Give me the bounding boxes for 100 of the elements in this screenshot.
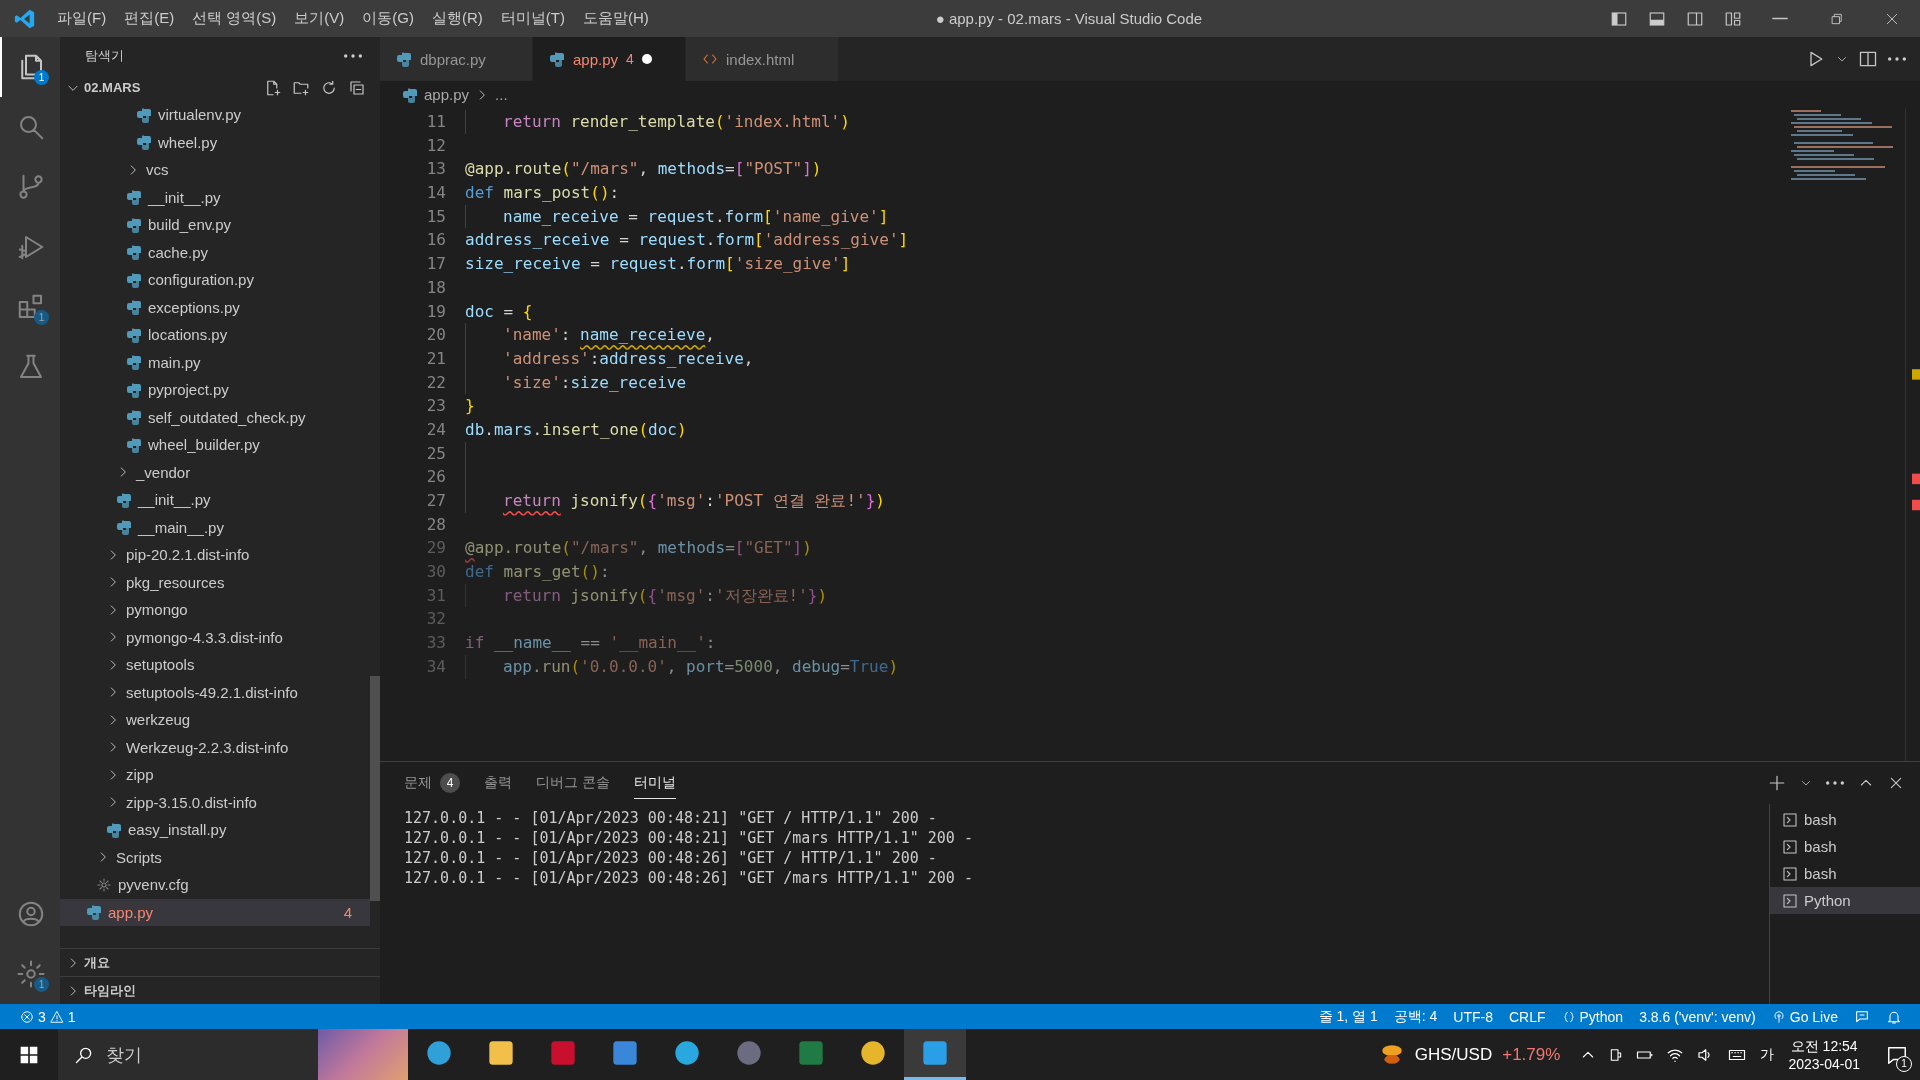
terminal-item[interactable]: Python [1770, 887, 1920, 914]
sidebar-toggle-icon [1610, 9, 1628, 28]
terminal-item[interactable]: bash [1770, 860, 1920, 887]
folder-item[interactable]: pymongo-4.3.3.dist-info [60, 623, 370, 651]
file-item[interactable]: wheel.py [60, 128, 370, 156]
code-line: address_receive = request.form['address_give'] [465, 229, 909, 252]
clock[interactable]: 오전 12:54 2023-04-01 [1774, 1037, 1874, 1072]
language-mode[interactable]: Python [1553, 1008, 1632, 1025]
code-line: 'address':address_receive, [503, 347, 754, 370]
code-line: db.mars.insert_one(doc) [465, 418, 687, 441]
section-header[interactable]: 개요 [60, 948, 380, 976]
menu-item[interactable]: 선택 영역(S) [183, 5, 286, 32]
status-item[interactable]: 공백: 4 [1385, 1007, 1446, 1026]
taskbar-app[interactable] [904, 1029, 966, 1080]
problems-indicator[interactable]: 3 1 [12, 1008, 84, 1025]
line-number: 19 [425, 300, 447, 323]
folder-item[interactable]: _vendor [60, 458, 370, 486]
line-number: 18 [425, 276, 447, 299]
breadcrumb-item[interactable]: ... [495, 86, 508, 103]
folder-item[interactable]: setuptools [60, 651, 370, 679]
file-item[interactable]: __main__.py [60, 513, 370, 541]
line-number: 11 [425, 111, 447, 133]
line-number: 33 [425, 632, 447, 655]
status-item[interactable]: 3.8.6 ('venv': venv) [1631, 1008, 1764, 1025]
terminal-item[interactable]: bash [1770, 806, 1920, 833]
plus-icon [1768, 774, 1786, 792]
terminal-item[interactable]: bash [1770, 833, 1920, 860]
line-number: 25 [425, 442, 447, 465]
file-item[interactable]: exceptions.py [60, 293, 370, 321]
panel-tab[interactable]: 출력 [484, 767, 512, 799]
folder-item[interactable]: zipp [60, 761, 370, 789]
terminal-line: 127.0.0.1 - - [01/Apr/2023 00:48:21] "GET / HTTP/1.1" 200 - [404, 808, 938, 828]
python-file-icon [126, 189, 142, 206]
split-editor-icon [1858, 49, 1878, 69]
editor-tab[interactable]: dbprac.py [380, 37, 533, 81]
editor-tab[interactable]: index.html [686, 37, 839, 81]
more-icon [344, 53, 362, 58]
scrollbar-thumb[interactable] [370, 676, 380, 901]
file-item[interactable]: wheel_builder.py [60, 431, 370, 459]
python-file-icon [126, 216, 142, 233]
python-file-icon [396, 51, 412, 67]
file-item[interactable]: pyproject.py [60, 376, 370, 404]
python-file-icon [106, 821, 122, 838]
file-item[interactable]: self_outdated_check.py [60, 403, 370, 431]
terminal-line: 127.0.0.1 - - [01/Apr/2023 00:48:21] "GET /mars HTTP/1.1" 200 - [404, 828, 974, 848]
menu-item[interactable]: 도움말(H) [574, 5, 658, 32]
ticker-symbol: GHS/USD [1414, 1044, 1493, 1065]
folder-item[interactable]: Werkzeug-2.2.3.dist-info [60, 733, 370, 761]
file-item[interactable]: locations.py [60, 321, 370, 349]
status-item[interactable]: CRLF [1500, 1008, 1554, 1025]
file-item[interactable]: build_env.py [60, 211, 370, 239]
windows-start-icon [19, 1044, 39, 1065]
file-item[interactable]: __init__.py [60, 486, 370, 514]
file-item[interactable]: virtualenv.py [60, 101, 370, 129]
status-item[interactable]: 줄 1, 열 1 [1310, 1007, 1386, 1026]
app-icon [797, 1039, 825, 1067]
folder-item[interactable]: vcs [60, 156, 370, 184]
code-line: } [465, 395, 475, 418]
folder-item[interactable]: pymongo [60, 596, 370, 624]
line-number: 22 [425, 371, 447, 394]
panel-tab[interactable]: 터미널 [633, 767, 676, 799]
menu-item[interactable]: 보기(V) [285, 5, 354, 32]
menu-item[interactable]: 실행(R) [423, 5, 492, 32]
count-badge: 1 [34, 70, 49, 85]
folder-item[interactable]: pkg_resources [60, 568, 370, 596]
panel-tab[interactable]: 문제 4 [404, 766, 460, 800]
search-field[interactable]: 찾기 [58, 1029, 408, 1080]
code-line: 'size':size_receive [503, 371, 687, 394]
line-number: 27 [425, 490, 447, 512]
panel-tab[interactable]: 디버그 콘솔 [536, 767, 610, 799]
input-method[interactable]: 가 [1760, 1045, 1775, 1064]
breadcrumb-item[interactable]: app.py [424, 86, 470, 103]
code-line: app.run('0.0.0.0', port=5000, debug=True) [503, 655, 898, 678]
menu-item[interactable]: 파일(F) [48, 5, 116, 32]
folder-item[interactable]: setuptools-49.2.1.dist-info [60, 678, 370, 706]
file-item[interactable]: configuration.py [60, 266, 370, 294]
layout-icon [1724, 9, 1742, 28]
file-item[interactable]: __init__.py [60, 183, 370, 211]
folder-item[interactable]: zipp-3.15.0.dist-info [60, 788, 370, 816]
folder-item[interactable]: pip-20.2.1.dist-info [60, 541, 370, 569]
ticker-change: +1.79% [1502, 1044, 1561, 1065]
python-file-icon [402, 86, 418, 103]
editor-tab[interactable]: app.py 4 [533, 37, 686, 81]
python-file-icon [136, 134, 152, 151]
menu-item[interactable]: 터미널(T) [491, 5, 574, 32]
status-item[interactable]: UTF-8 [1445, 1008, 1501, 1025]
problem-count: 4 [626, 51, 634, 67]
folder-name[interactable]: 02.MARS [84, 80, 141, 95]
menu-item[interactable]: 이동(G) [353, 5, 423, 32]
file-item[interactable]: cache.py [60, 238, 370, 266]
menu-item[interactable]: 편집(E) [115, 5, 184, 32]
explorer-title: 탐색기 [85, 46, 124, 65]
file-item[interactable]: app.py 4 [60, 898, 370, 926]
folder-item[interactable]: werkzeug [60, 706, 370, 734]
file-item[interactable]: main.py [60, 348, 370, 376]
folder-item[interactable]: Scripts [60, 843, 370, 871]
go-live-button[interactable]: Go Live [1763, 1008, 1846, 1025]
file-item[interactable]: easy_install.py [60, 816, 370, 844]
python-file-icon [126, 244, 142, 261]
file-item[interactable]: pyvenv.cfg [60, 871, 370, 899]
